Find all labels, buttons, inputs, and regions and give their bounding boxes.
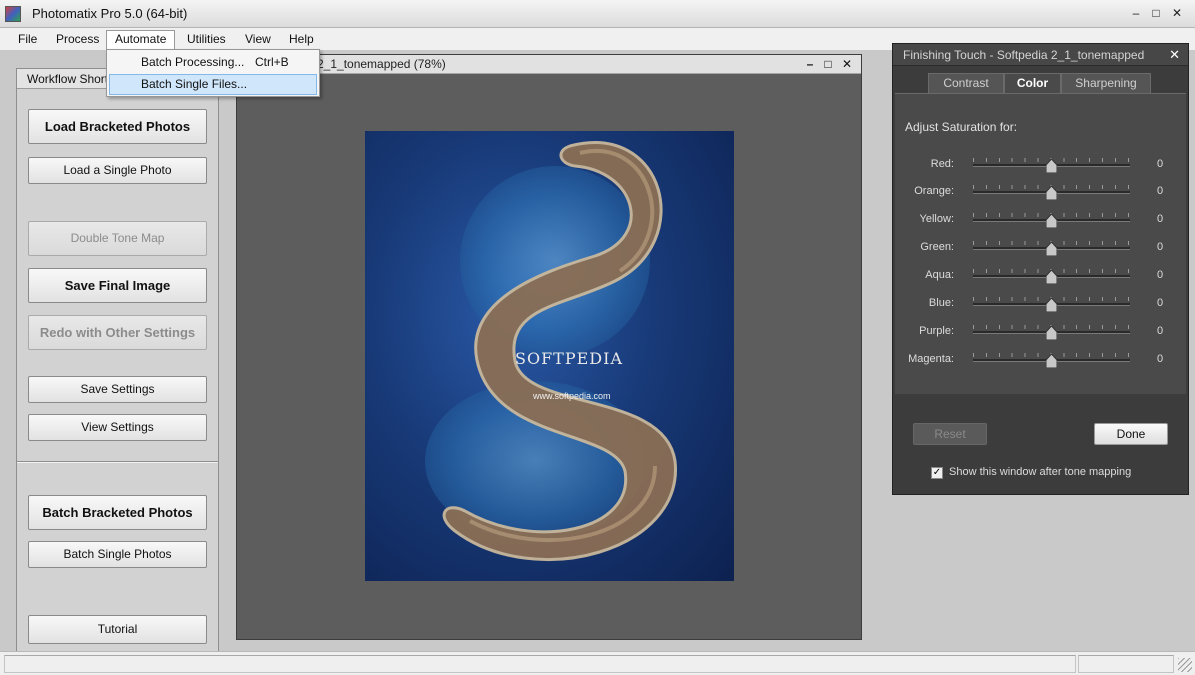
slider-label: Blue: bbox=[928, 297, 954, 309]
slider-label: Red: bbox=[930, 158, 954, 170]
slider-value: 0 bbox=[1157, 325, 1164, 337]
image-window-titlebar[interactable]: 2_1_tonemapped (78%) – □ ✕ bbox=[237, 55, 861, 74]
save-final-image-button[interactable]: Save Final Image bbox=[28, 268, 207, 303]
slider-thumb[interactable] bbox=[1045, 158, 1058, 174]
close-icon[interactable]: ✕ bbox=[1168, 5, 1186, 21]
automate-dropdown: Batch Processing... Ctrl+B Batch Single … bbox=[106, 49, 320, 97]
save-settings-button[interactable]: Save Settings bbox=[28, 376, 207, 403]
slider-thumb[interactable] bbox=[1045, 353, 1058, 369]
image-maximize-icon[interactable]: □ bbox=[820, 56, 836, 72]
image-minimize-icon[interactable]: – bbox=[802, 56, 818, 72]
slider-label: Green: bbox=[920, 241, 954, 253]
menu-automate[interactable]: Automate bbox=[106, 30, 176, 49]
menu-view[interactable]: View bbox=[237, 30, 279, 49]
menu-item-label: Batch Processing... bbox=[141, 55, 245, 69]
panel-divider bbox=[17, 461, 218, 463]
slider-row-aqua: Aqua: 0 bbox=[895, 265, 1186, 287]
batch-single-photos-button[interactable]: Batch Single Photos bbox=[28, 541, 207, 568]
saturation-heading: Adjust Saturation for: bbox=[905, 120, 1018, 134]
slider-row-blue: Blue: 0 bbox=[895, 293, 1186, 315]
close-icon[interactable]: ✕ bbox=[1169, 47, 1180, 63]
status-bar bbox=[0, 651, 1195, 675]
status-cell-main bbox=[4, 655, 1076, 673]
load-single-photo-button[interactable]: Load a Single Photo bbox=[28, 157, 207, 184]
slider-value: 0 bbox=[1157, 241, 1164, 253]
redo-other-settings-button[interactable]: Redo with Other Settings bbox=[28, 315, 207, 350]
reset-button[interactable]: Reset bbox=[913, 423, 987, 445]
finishing-touch-panel: Finishing Touch - Softpedia 2_1_tonemapp… bbox=[892, 43, 1189, 495]
tab-contrast[interactable]: Contrast bbox=[928, 73, 1004, 93]
slider-value: 0 bbox=[1157, 353, 1164, 365]
menu-file[interactable]: File bbox=[10, 30, 45, 49]
load-bracketed-photos-button[interactable]: Load Bracketed Photos bbox=[28, 109, 207, 144]
slider-row-magenta: Magenta: 0 bbox=[895, 349, 1186, 371]
slider-row-orange: Orange: 0 bbox=[895, 181, 1186, 203]
tonemapped-photo: SOFTPEDIA www.softpedia.com bbox=[365, 131, 734, 581]
slider-label: Magenta: bbox=[908, 353, 954, 365]
slider-thumb[interactable] bbox=[1045, 185, 1058, 201]
image-window: 2_1_tonemapped (78%) – □ ✕ SOFTPEDIA www… bbox=[236, 54, 862, 640]
title-bar: Photomatix Pro 5.0 (64-bit) – □ ✕ bbox=[0, 0, 1195, 28]
tutorial-button[interactable]: Tutorial bbox=[28, 615, 207, 644]
slider-thumb[interactable] bbox=[1045, 297, 1058, 313]
double-tone-map-button[interactable]: Double Tone Map bbox=[28, 221, 207, 256]
done-button[interactable]: Done bbox=[1094, 423, 1168, 445]
slider-label: Yellow: bbox=[919, 213, 954, 225]
window-title: Photomatix Pro 5.0 (64-bit) bbox=[32, 6, 188, 21]
tab-sharpening[interactable]: Sharpening bbox=[1061, 73, 1151, 93]
watermark-url: www.softpedia.com bbox=[533, 391, 611, 401]
minimize-icon[interactable]: – bbox=[1127, 5, 1145, 21]
workflow-tab[interactable]: Workflow Shortcuts bbox=[17, 69, 109, 89]
menu-item-label: Batch Single Files... bbox=[141, 77, 248, 91]
image-close-icon[interactable]: ✕ bbox=[839, 56, 855, 72]
slider-thumb[interactable] bbox=[1045, 269, 1058, 285]
tab-color[interactable]: Color bbox=[1004, 73, 1061, 93]
slider-value: 0 bbox=[1157, 213, 1164, 225]
menu-help[interactable]: Help bbox=[281, 30, 322, 49]
slider-row-green: Green: 0 bbox=[895, 237, 1186, 259]
finishing-touch-title: Finishing Touch - Softpedia 2_1_tonemapp… bbox=[903, 48, 1145, 62]
show-window-checkbox[interactable]: ✓ bbox=[931, 467, 943, 479]
image-window-title: 2_1_tonemapped (78%) bbox=[317, 57, 446, 71]
slider-label: Orange: bbox=[914, 185, 954, 197]
slider-thumb[interactable] bbox=[1045, 325, 1058, 341]
slider-row-yellow: Yellow: 0 bbox=[895, 209, 1186, 231]
maximize-icon[interactable]: □ bbox=[1147, 5, 1165, 21]
slider-thumb[interactable] bbox=[1045, 213, 1058, 229]
menu-item-shortcut: Ctrl+B bbox=[255, 55, 289, 69]
menu-process[interactable]: Process bbox=[48, 30, 107, 49]
slider-value: 0 bbox=[1157, 185, 1164, 197]
slider-label: Aqua: bbox=[925, 269, 954, 281]
slider-value: 0 bbox=[1157, 297, 1164, 309]
menu-item-batch-processing[interactable]: Batch Processing... Ctrl+B bbox=[109, 52, 317, 73]
slider-row-red: Red: 0 bbox=[895, 154, 1186, 176]
menu-item-batch-single-files[interactable]: Batch Single Files... bbox=[109, 74, 317, 95]
show-window-checkbox-label: Show this window after tone mapping bbox=[949, 466, 1132, 478]
view-settings-button[interactable]: View Settings bbox=[28, 414, 207, 441]
slider-value: 0 bbox=[1157, 269, 1164, 281]
slider-thumb[interactable] bbox=[1045, 241, 1058, 257]
batch-bracketed-photos-button[interactable]: Batch Bracketed Photos bbox=[28, 495, 207, 530]
app-icon bbox=[5, 6, 21, 22]
finishing-touch-titlebar[interactable]: Finishing Touch - Softpedia 2_1_tonemapp… bbox=[893, 44, 1188, 66]
status-cell-secondary bbox=[1078, 655, 1174, 673]
menu-utilities[interactable]: Utilities bbox=[179, 30, 234, 49]
workflow-shortcuts-panel: Workflow Shortcuts Load Bracketed Photos… bbox=[16, 68, 219, 669]
color-tab-body: Adjust Saturation for: Red: 0 Orange: 0 … bbox=[895, 93, 1186, 394]
slider-row-purple: Purple: 0 bbox=[895, 321, 1186, 343]
resize-grip-icon[interactable] bbox=[1178, 658, 1192, 672]
slider-label: Purple: bbox=[919, 325, 954, 337]
watermark-text: SOFTPEDIA bbox=[515, 349, 623, 368]
slider-value: 0 bbox=[1157, 158, 1164, 170]
